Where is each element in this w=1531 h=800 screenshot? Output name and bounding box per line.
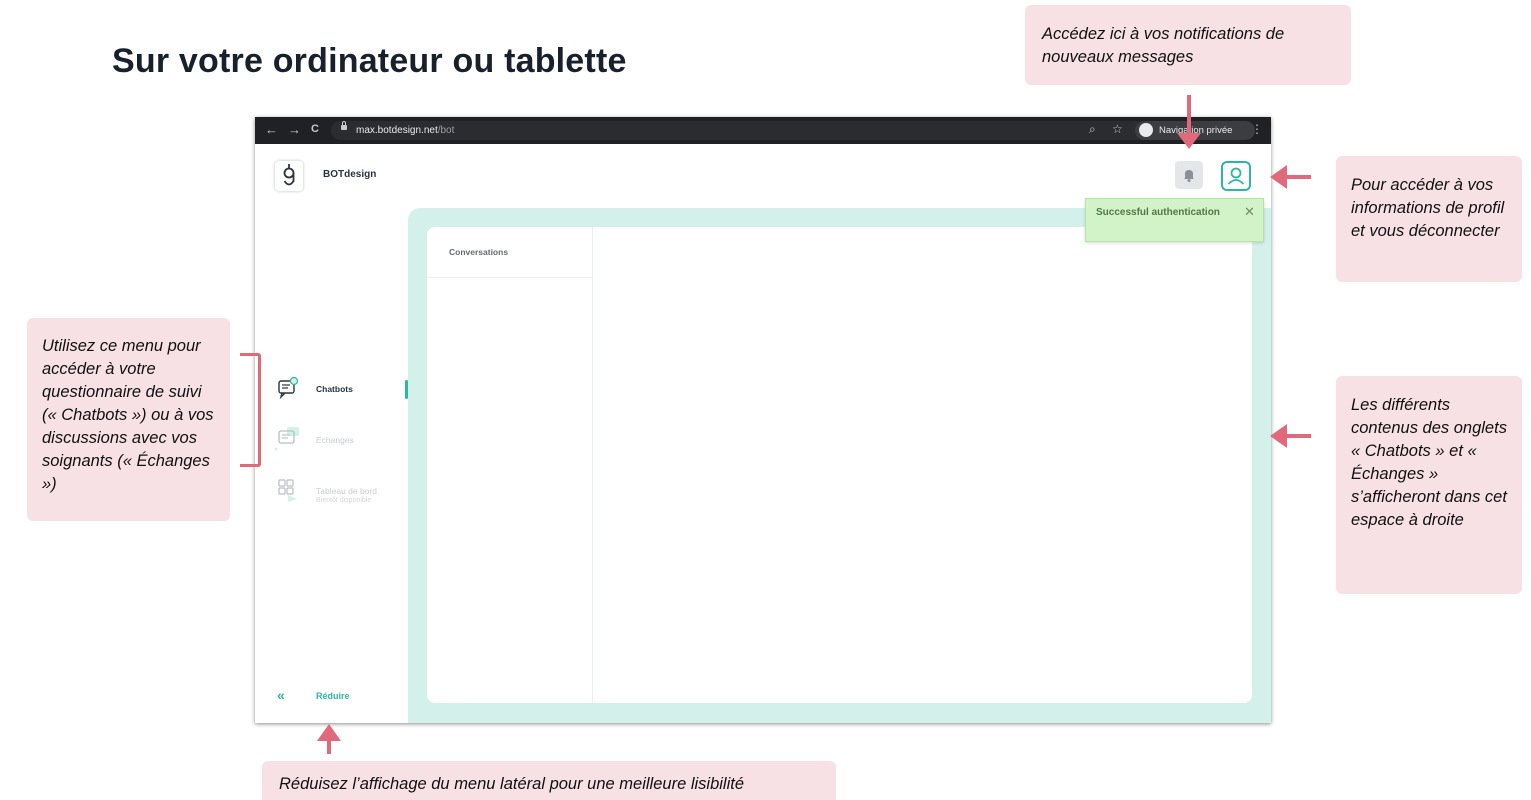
bracket-menu [240,353,261,467]
callout-profile: Pour accéder à vos informations de profi… [1336,156,1522,282]
forward-icon[interactable]: → [288,122,301,137]
zoom-icon[interactable]: ⌕ [1089,122,1096,137]
callout-notifications: Accédez ici à vos notifications de nouve… [1025,5,1351,85]
page-title: Sur votre ordinateur ou tablette [112,42,627,80]
bell-icon [1184,170,1194,182]
url-text[interactable]: max.botdesign.net/bot [356,125,454,136]
reduce-button[interactable]: « Réduire [277,687,367,707]
notifications-button[interactable] [1175,161,1203,189]
reload-icon[interactable]: C [311,123,319,135]
close-icon[interactable]: ✕ [1244,204,1255,220]
address-bar[interactable] [331,121,1211,140]
sidebar-item-label: Echanges [316,435,354,445]
sidebar-item-sublabel: Bientôt disponible [316,497,372,504]
callout-reduce: Réduisez l’affichage du menu latéral pou… [262,761,836,800]
reduce-label: Réduire [316,691,350,701]
sidebar-item-echanges[interactable]: Echanges [275,425,395,453]
dashboard-icon [278,479,297,502]
conversations-title: Conversations [449,247,509,257]
url-domain: max.botdesign.net [356,125,438,136]
brand-name: BOTdesign [323,169,377,180]
browser-window: ← → C max.botdesign.net/bot ⌕ ☆ Navigati… [255,117,1271,723]
back-icon[interactable]: ← [265,122,278,137]
lock-icon [341,121,347,130]
conversations-header: Conversations [427,227,592,278]
profile-button[interactable] [1221,161,1251,191]
star-icon[interactable]: ☆ [1112,122,1123,136]
sidebar-item-label: Tableau de bord [316,486,377,496]
sidebar-item-tableau-de-bord[interactable]: Tableau de bord Bientôt disponible [275,477,395,505]
user-icon [1227,167,1245,185]
success-toast: Successful authentication ✕ [1085,198,1264,242]
callout-menu: Utilisez ce menu pour accéder à votre qu… [27,318,230,521]
toast-message: Successful authentication [1096,207,1220,218]
chatbot-icon [278,376,299,400]
incognito-icon [1139,123,1153,137]
chevron-double-left-icon: « [277,687,285,703]
url-path: /bot [437,125,455,136]
sidebar-item-label: Chatbots [316,384,353,394]
conversations-column: Conversations [427,227,593,703]
sidebar-item-chatbots[interactable]: Chatbots [275,375,395,403]
callout-content: Les différents contenus des onglets « Ch… [1336,376,1522,594]
chat-icon [275,427,299,451]
browser-toolbar: ← → C max.botdesign.net/bot ⌕ ☆ Navigati… [255,117,1271,144]
brand-logo[interactable] [275,161,303,191]
logo-icon [283,164,295,186]
browser-menu-icon[interactable]: ⋮ [1251,122,1263,136]
